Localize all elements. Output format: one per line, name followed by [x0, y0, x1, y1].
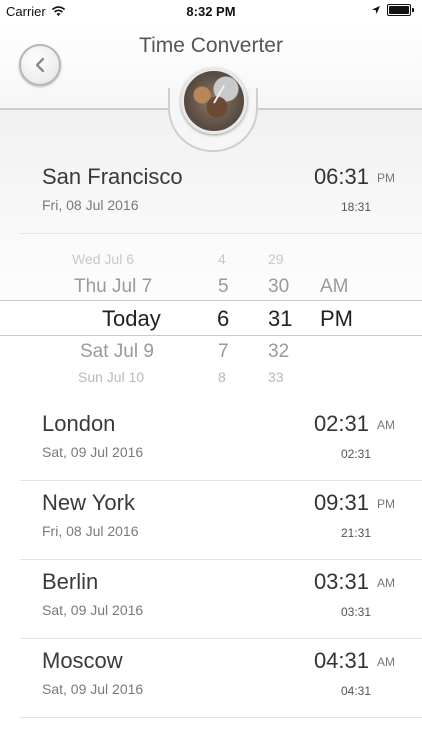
- picker-minute-option[interactable]: 29: [268, 251, 284, 267]
- picker-selection-band: [0, 300, 422, 336]
- city-name: Moscow: [42, 648, 123, 673]
- city-ampm: AM: [377, 655, 395, 669]
- date-time-picker[interactable]: Wed Jul 6 Thu Jul 7 Today Sat Jul 9 Sun …: [0, 234, 422, 386]
- city-ampm: AM: [377, 418, 395, 432]
- page-title: Time Converter: [139, 34, 283, 57]
- header: Time Converter: [0, 24, 422, 152]
- picker-day-option[interactable]: Sun Jul 10: [78, 369, 144, 385]
- city-name: New York: [42, 490, 135, 515]
- picker-hour-option[interactable]: 5: [218, 276, 229, 298]
- picker-day-option[interactable]: Thu Jul 7: [74, 276, 152, 298]
- picker-minute-option[interactable]: 32: [268, 341, 289, 363]
- city-date: Sat, 09 Jul 2016: [42, 602, 144, 618]
- city-row-moscow[interactable]: Moscow Sat, 09 Jul 2016 04:31 AM 04:31: [20, 638, 422, 718]
- city-name: London: [42, 411, 116, 436]
- city-row-london[interactable]: London Sat, 09 Jul 2016 02:31 AM 02:31: [20, 401, 422, 481]
- city-row-new-york[interactable]: New York Fri, 08 Jul 2016 09:31 PM 21:31: [20, 480, 422, 560]
- picker-day-option[interactable]: Sat Jul 9: [80, 341, 154, 363]
- city-time-24h: 18:31: [340, 200, 371, 214]
- city-row-berlin[interactable]: Berlin Sat, 09 Jul 2016 03:31 AM 03:31: [20, 559, 422, 639]
- picker-minute-option[interactable]: 33: [268, 369, 284, 385]
- city-time-24h: 02:31: [340, 447, 371, 461]
- location-arrow-icon: [372, 6, 380, 14]
- picker-period-option[interactable]: AM: [320, 276, 349, 298]
- city-ampm: PM: [377, 171, 395, 185]
- picker-hour-option[interactable]: 8: [218, 369, 226, 385]
- picker-minute-selected[interactable]: 31: [268, 306, 292, 332]
- primary-city-row[interactable]: San Francisco Fri, 08 Jul 2016 06:31 PM …: [20, 154, 422, 234]
- picker-period-selected[interactable]: PM: [320, 306, 353, 332]
- city-date: Fri, 08 Jul 2016: [42, 523, 139, 539]
- picker-day-option[interactable]: Wed Jul 6: [72, 251, 134, 267]
- battery-icon: [387, 4, 411, 16]
- city-ampm: AM: [377, 576, 395, 590]
- status-bar: Carrier 8:32 PM: [0, 0, 422, 24]
- picker-hour-option[interactable]: 4: [218, 251, 226, 267]
- battery-tip: [412, 8, 414, 12]
- city-date: Sat, 09 Jul 2016: [42, 681, 144, 697]
- city-time-24h: 21:31: [340, 526, 371, 540]
- city-time: 02:31: [313, 411, 369, 436]
- picker-hour-option[interactable]: 7: [218, 341, 229, 363]
- chevron-left-icon: [35, 57, 45, 73]
- city-ampm: PM: [377, 497, 395, 511]
- city-date: Sat, 09 Jul 2016: [42, 444, 144, 460]
- status-time: 8:32 PM: [186, 4, 236, 19]
- city-date: Fri, 08 Jul 2016: [42, 197, 139, 213]
- city-name: Berlin: [42, 569, 99, 594]
- city-time: 06:31: [313, 164, 369, 189]
- city-time-24h: 04:31: [340, 684, 371, 698]
- city-time-24h: 03:31: [340, 605, 371, 619]
- city-time: 09:31: [313, 490, 369, 515]
- picker-day-selected[interactable]: Today: [102, 306, 161, 332]
- city-time: 03:31: [313, 569, 369, 594]
- picker-hour-selected[interactable]: 6: [217, 306, 229, 332]
- picker-minute-option[interactable]: 30: [268, 276, 289, 298]
- city-name: San Francisco: [42, 164, 183, 189]
- status-right: [371, 4, 414, 16]
- city-time: 04:31: [313, 648, 369, 673]
- main-content: San Francisco Fri, 08 Jul 2016 06:31 PM …: [0, 110, 422, 750]
- clock-collage-icon: [181, 68, 247, 134]
